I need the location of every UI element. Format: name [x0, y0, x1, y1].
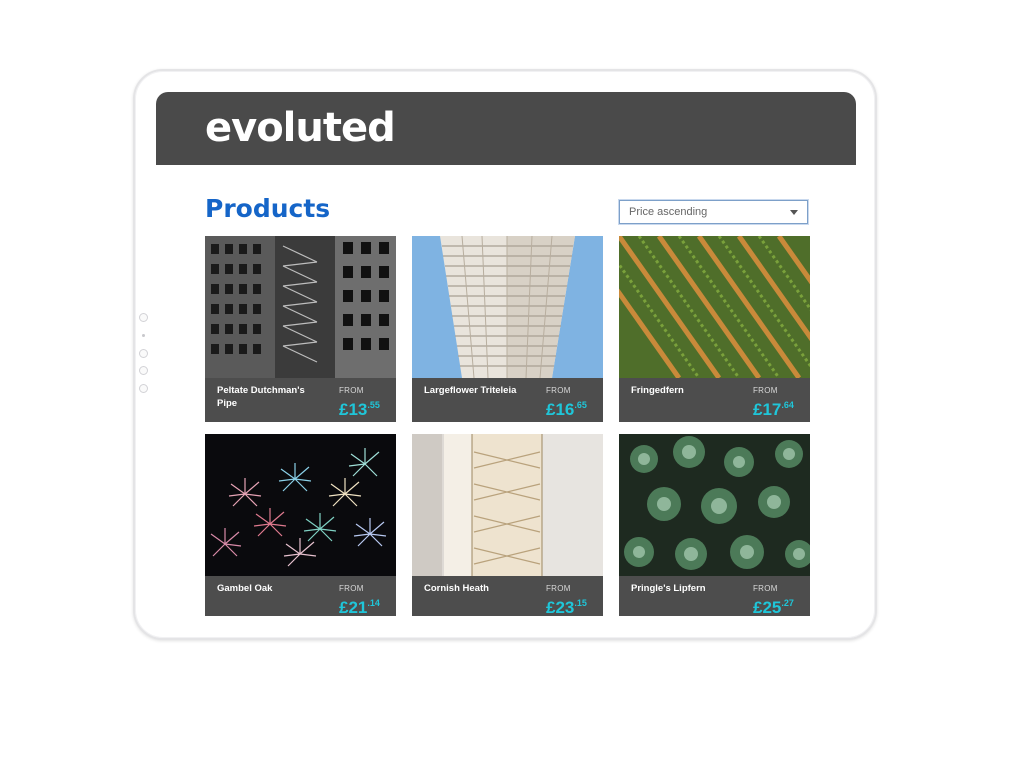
product-price: £25.27: [753, 598, 794, 616]
product-image-succulents: [619, 434, 810, 576]
product-name: Pringle's Lipfern: [631, 583, 706, 594]
product-image-crop-rows: [619, 236, 810, 378]
product-card[interactable]: Cornish Heath FROM £23.15: [412, 434, 603, 616]
product-price: £17.64: [753, 400, 794, 419]
product-price: £13.55: [339, 400, 380, 419]
product-info: Pringle's Lipfern FROM £25.27: [619, 576, 810, 616]
sort-dropdown[interactable]: Price ascending: [619, 200, 808, 224]
sort-selected-value: Price ascending: [629, 206, 708, 218]
price-from-label: FROM: [339, 386, 364, 395]
product-card[interactable]: Largeflower Triteleia FROM £16.65: [412, 236, 603, 422]
product-name: Cornish Heath: [424, 583, 489, 594]
product-info: Peltate Dutchman's Pipe FROM £13.55: [205, 378, 396, 422]
product-info: Gambel Oak FROM £21.14: [205, 576, 396, 616]
page-title: Products: [205, 194, 331, 223]
product-name: Fringedfern: [631, 385, 684, 396]
price-from-label: FROM: [753, 386, 778, 395]
price-from-label: FROM: [753, 584, 778, 593]
tablet-side-button: [139, 366, 148, 375]
tablet-side-dot: [142, 334, 145, 337]
product-card[interactable]: Gambel Oak FROM £21.14: [205, 434, 396, 616]
product-card[interactable]: Pringle's Lipfern FROM £25.27: [619, 434, 810, 616]
product-price: £16.65: [546, 400, 587, 419]
tablet-screen: evoluted Products Price ascending Peltat…: [156, 92, 856, 616]
product-price: £21.14: [339, 598, 380, 616]
product-info: Cornish Heath FROM £23.15: [412, 576, 603, 616]
product-name: Gambel Oak: [217, 583, 273, 594]
product-price: £23.15: [546, 598, 587, 616]
product-image-staircase: [412, 434, 603, 576]
product-image-building: [205, 236, 396, 378]
brand-logo[interactable]: evoluted: [205, 104, 396, 152]
product-image-fireworks: [205, 434, 396, 576]
price-from-label: FROM: [546, 584, 571, 593]
product-name: Peltate Dutchman's Pipe: [217, 385, 305, 409]
tablet-side-button: [139, 349, 148, 358]
product-info: Largeflower Triteleia FROM £16.65: [412, 378, 603, 422]
price-from-label: FROM: [546, 386, 571, 395]
tablet-side-button: [139, 384, 148, 393]
product-card[interactable]: Fringedfern FROM £17.64: [619, 236, 810, 422]
site-header: evoluted: [156, 92, 856, 165]
chevron-down-icon: [790, 210, 798, 215]
product-info: Fringedfern FROM £17.64: [619, 378, 810, 422]
product-card[interactable]: Peltate Dutchman's Pipe FROM £13.55: [205, 236, 396, 422]
tablet-side-button: [139, 313, 148, 322]
product-image-skyscraper: [412, 236, 603, 378]
price-from-label: FROM: [339, 584, 364, 593]
product-name: Largeflower Triteleia: [424, 385, 517, 396]
